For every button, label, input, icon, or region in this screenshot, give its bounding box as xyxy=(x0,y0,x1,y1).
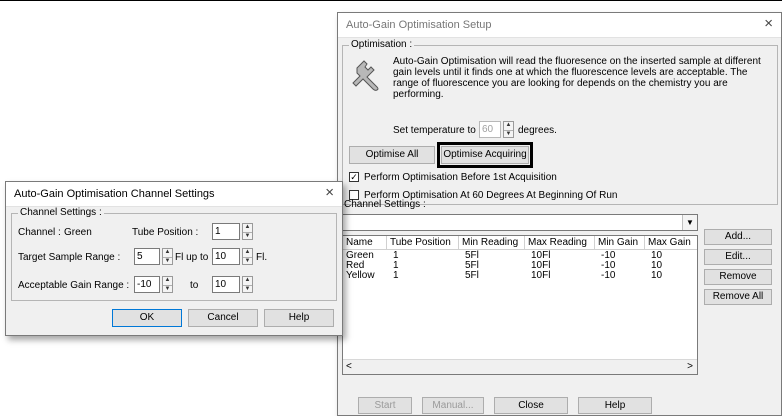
cell-max-gain: 10 xyxy=(651,270,663,281)
gain-max-input[interactable]: 10 xyxy=(212,276,240,293)
dialog-group-label: Channel Settings : xyxy=(18,207,104,218)
col-header-tube-position[interactable]: Tube Position xyxy=(387,236,459,250)
optimise-all-button[interactable]: Optimise All xyxy=(349,146,435,164)
optimise-all-label: Optimise All xyxy=(365,149,419,160)
set-temperature-label: Set temperature to xyxy=(393,125,476,136)
target-max-spinner[interactable]: ▲ ▼ xyxy=(242,248,253,265)
optimisation-group: Optimisation : Auto-Gain Optimisation wi… xyxy=(342,39,778,205)
perform-before-checkbox[interactable]: ✓ xyxy=(349,172,359,182)
dialog-titlebar: Auto-Gain Optimisation Channel Settings … xyxy=(6,182,342,207)
col-header-name[interactable]: Name xyxy=(343,236,387,250)
wrench-icon xyxy=(352,60,379,91)
gain-range-label: Acceptable Gain Range : xyxy=(18,280,130,291)
setup-titlebar: Auto-Gain Optimisation Setup × xyxy=(338,13,781,38)
gain-min-input[interactable]: -10 xyxy=(134,276,160,293)
add-label: Add... xyxy=(724,231,752,242)
temperature-input[interactable]: 60 xyxy=(479,121,501,138)
fl-unit-label: Fl. xyxy=(256,252,268,263)
dialog-title: Auto-Gain Optimisation Channel Settings xyxy=(14,188,215,200)
channel-settings-dialog: Auto-Gain Optimisation Channel Settings … xyxy=(5,181,343,336)
cell-tube: 1 xyxy=(393,270,399,281)
gain-max-spinner[interactable]: ▲ ▼ xyxy=(242,276,253,293)
close-label: Close xyxy=(518,400,544,411)
spin-up-icon[interactable]: ▲ xyxy=(163,277,172,285)
optimisation-group-label: Optimisation : xyxy=(349,39,415,50)
dialog-close-icon[interactable]: × xyxy=(325,185,334,201)
target-min-spinner[interactable]: ▲ ▼ xyxy=(162,248,173,265)
spin-up-icon[interactable]: ▲ xyxy=(243,277,252,285)
target-min-input[interactable]: 5 xyxy=(134,248,160,265)
scroll-right-icon[interactable]: > xyxy=(687,361,693,372)
edit-label: Edit... xyxy=(725,251,751,262)
col-header-max-reading[interactable]: Max Reading xyxy=(525,236,595,250)
channel-settings-group: Channel Settings : ▼ Name Tube Position … xyxy=(342,199,778,383)
cell-min-gain: -10 xyxy=(601,270,616,281)
remove-label: Remove xyxy=(719,271,757,282)
spin-up-icon[interactable]: ▲ xyxy=(163,249,172,257)
target-max-input[interactable]: 10 xyxy=(212,248,240,265)
ok-label: OK xyxy=(139,312,155,323)
spin-up-icon[interactable]: ▲ xyxy=(504,122,513,130)
manual-button[interactable]: Manual... xyxy=(422,397,484,414)
optimise-acquiring-highlight-box xyxy=(437,142,533,168)
tube-position-spinner[interactable]: ▲ ▼ xyxy=(242,223,253,240)
dialog-help-label: Help xyxy=(288,312,310,323)
spin-down-icon[interactable]: ▼ xyxy=(243,284,252,294)
spin-down-icon[interactable]: ▼ xyxy=(243,256,252,266)
help-button[interactable]: Help xyxy=(578,397,652,414)
remove-all-label: Remove All xyxy=(712,291,764,302)
manual-label: Manual... xyxy=(432,400,474,411)
col-header-min-reading[interactable]: Min Reading xyxy=(459,236,525,250)
cell-min-reading: 5Fl xyxy=(465,270,479,281)
add-button[interactable]: Add... xyxy=(704,229,772,245)
optimisation-description: Auto-Gain Optimisation will read the flu… xyxy=(393,56,761,100)
horizontal-scrollbar[interactable]: < > xyxy=(343,359,697,374)
spin-down-icon[interactable]: ▼ xyxy=(504,129,513,139)
spin-down-icon[interactable]: ▼ xyxy=(243,231,252,241)
spin-up-icon[interactable]: ▲ xyxy=(243,249,252,257)
start-label: Start xyxy=(374,400,396,411)
setup-window-title: Auto-Gain Optimisation Setup xyxy=(346,19,492,31)
gain-min-spinner[interactable]: ▲ ▼ xyxy=(162,276,173,293)
perform-before-label: Perform Optimisation Before 1st Acquisit… xyxy=(364,172,557,183)
table-row[interactable]: Yellow 1 5Fl 10Fl -10 10 xyxy=(343,270,697,281)
col-header-min-gain[interactable]: Min Gain xyxy=(595,236,645,250)
dialog-help-button[interactable]: Help xyxy=(264,309,334,327)
top-border-line xyxy=(0,0,782,1)
ok-button[interactable]: OK xyxy=(112,309,182,327)
cell-max-reading: 10Fl xyxy=(531,270,551,281)
remove-all-button[interactable]: Remove All xyxy=(704,289,772,305)
start-button[interactable]: Start xyxy=(358,397,412,414)
cell-name: Yellow xyxy=(346,270,375,281)
remove-button[interactable]: Remove xyxy=(704,269,772,285)
fl-up-to-label: Fl up to xyxy=(175,252,209,263)
auto-gain-setup-window: Auto-Gain Optimisation Setup × Optimisat… xyxy=(337,12,782,416)
tube-position-input[interactable]: 1 xyxy=(212,223,240,240)
temperature-spinner[interactable]: ▲ ▼ xyxy=(503,121,514,138)
channel-label: Channel : xyxy=(18,227,61,238)
spin-up-icon[interactable]: ▲ xyxy=(243,224,252,232)
scroll-left-icon[interactable]: < xyxy=(346,361,352,372)
spin-down-icon[interactable]: ▼ xyxy=(163,256,172,266)
combo-dropdown-icon[interactable]: ▼ xyxy=(682,215,697,230)
to-label: to xyxy=(190,280,199,291)
col-header-max-gain[interactable]: Max Gain xyxy=(645,236,697,250)
channel-value: Green xyxy=(64,227,92,238)
dialog-channel-group: Channel Settings : Channel : Green Tube … xyxy=(11,207,337,301)
edit-button[interactable]: Edit... xyxy=(704,249,772,265)
channel-list[interactable]: Name Tube Position Min Reading Max Readi… xyxy=(342,235,698,375)
close-button[interactable]: Close xyxy=(494,397,568,414)
tube-position-label: Tube Position : xyxy=(132,227,199,238)
temperature-unit: degrees. xyxy=(518,125,557,136)
help-label: Help xyxy=(604,400,626,411)
target-range-label: Target Sample Range : xyxy=(18,252,121,263)
channel-combo[interactable]: ▼ xyxy=(342,214,698,231)
channel-settings-group-label: Channel Settings : xyxy=(344,199,426,210)
cancel-label: Cancel xyxy=(207,312,239,323)
cancel-button[interactable]: Cancel xyxy=(188,309,258,327)
setup-close-icon[interactable]: × xyxy=(764,16,773,32)
spin-down-icon[interactable]: ▼ xyxy=(163,284,172,294)
